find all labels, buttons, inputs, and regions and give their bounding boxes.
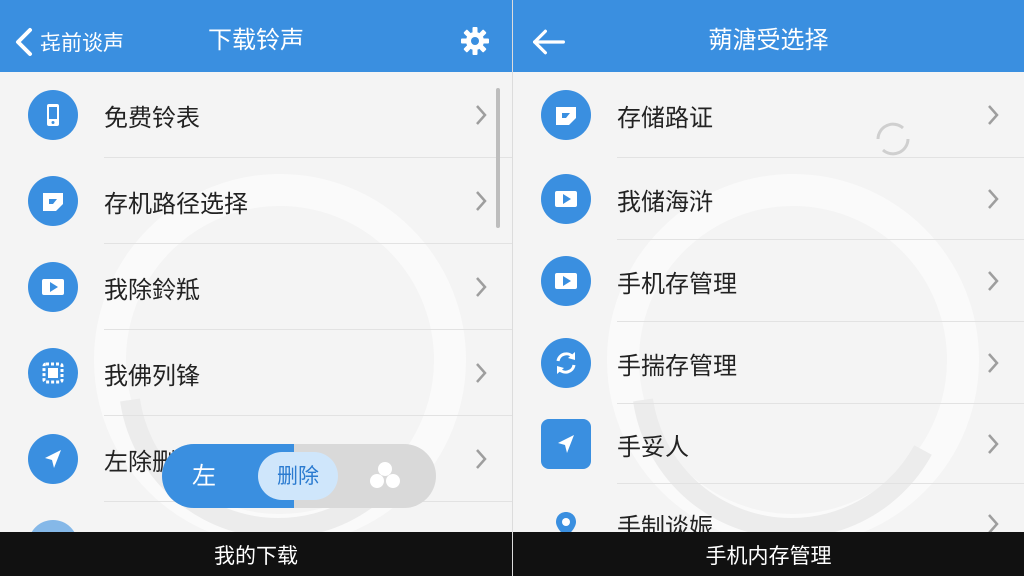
list-item-label: 手妥人 [617,432,689,461]
page-title: 下载铃声 [208,26,304,54]
bottom-label: 我的下载 [214,544,298,568]
flower-icon[interactable] [368,460,402,494]
send-icon [541,419,591,469]
delete-button[interactable]: 删除 [258,452,338,500]
chevron-right-icon [988,271,999,291]
list-item[interactable]: 我除鈴羝 [0,244,512,330]
list-item[interactable]: 存储路证 [513,72,1024,158]
send-icon [28,434,78,484]
right-list: 存储路证 我储海浒 手机存管理 手揣存管理 手妥人 手制谈娠 [513,72,1024,564]
folder-icon [541,90,591,140]
phone-icon [28,90,78,140]
chevron-right-icon [476,105,487,125]
list-item-label: 手揣存管理 [617,351,737,380]
loading-spinner-icon [876,122,910,156]
list-item[interactable]: 我佛列锋 [0,330,512,416]
gear-icon[interactable] [460,26,490,56]
list-item-label: 我储海浒 [617,187,713,216]
left-bottom-bar: 我的下载 [0,532,512,576]
floating-action-bar: 左 删除 [162,444,436,508]
list-item-label: 我除鈴羝 [104,275,200,304]
list-item-label: 免费铃表 [104,103,200,132]
list-item[interactable]: 我储海浒 [513,158,1024,240]
list-item[interactable]: 存机路径选择 [0,158,512,244]
chevron-right-icon [476,363,487,383]
right-panel: 蒴溏受选择 存储路证 我储海浒 手机存管理 手揣存管理 手妥人 手制谈娠 手机内… [512,0,1024,576]
right-bottom-bar: 手机内存管理 [513,532,1024,576]
list-item-label: 手机存管理 [617,269,737,298]
chevron-right-icon [476,191,487,211]
list-item[interactable]: 手妥人 [513,404,1024,484]
chevron-right-icon [988,353,999,373]
chevron-right-icon [988,189,999,209]
left-header: 㐂前谈声 下载铃声 [0,0,512,72]
list-item-label: 存储路证 [617,103,713,132]
list-item-label: 存机路径选择 [104,189,248,218]
list-item-label: 我佛列锋 [104,361,200,390]
folder-icon [28,176,78,226]
right-header: 蒴溏受选择 [513,0,1024,72]
bottom-label: 手机内存管理 [705,544,832,568]
play-icon [541,174,591,224]
scrollbar[interactable] [496,88,500,228]
chip-icon [28,348,78,398]
chevron-right-icon [476,449,487,469]
chevron-right-icon [476,277,487,297]
chevron-right-icon [988,434,999,454]
list-item[interactable]: 手机存管理 [513,240,1024,322]
play-icon [28,262,78,312]
list-item[interactable]: 手揣存管理 [513,322,1024,404]
chevron-right-icon [988,105,999,125]
play-icon [541,256,591,306]
left-panel: 㐂前谈声 下载铃声 免费铃表 存机路径选择 我除鈴羝 我佛列锋 左除删左 左 删… [0,0,512,576]
sync-icon [541,338,591,388]
list-item[interactable]: 免费铃表 [0,72,512,158]
page-title: 蒴溏受选择 [708,26,829,54]
